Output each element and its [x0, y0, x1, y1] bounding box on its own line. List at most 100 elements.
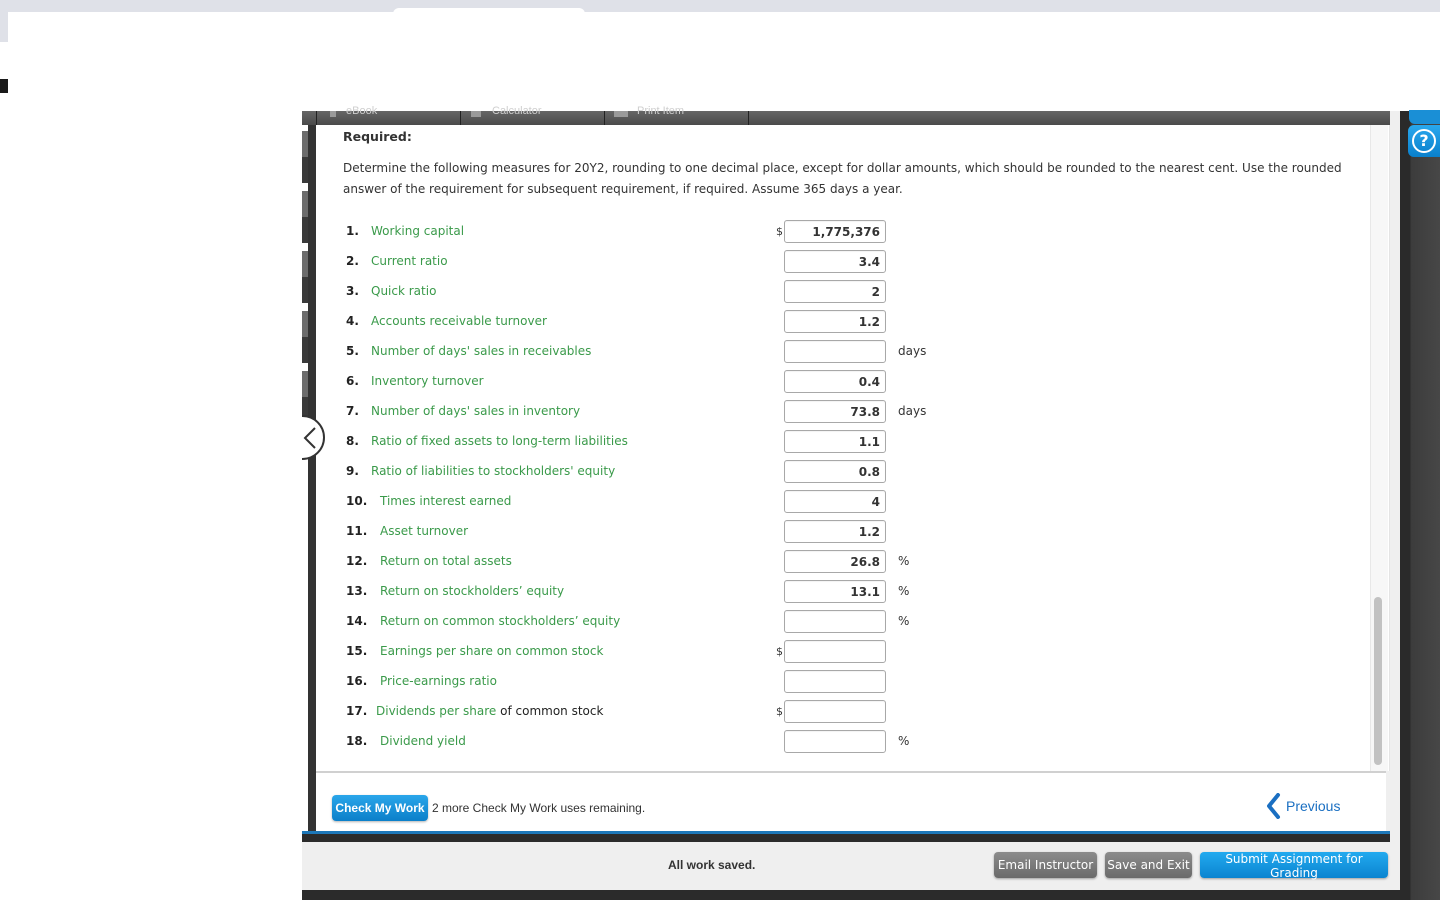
answer-input[interactable]	[784, 730, 886, 753]
row-label[interactable]: Price-earnings ratio	[380, 674, 497, 688]
row-label-link[interactable]: Working capital	[371, 224, 464, 238]
row-label-link[interactable]: Earnings per share on common stock	[380, 644, 603, 658]
answer-input[interactable]	[784, 580, 886, 603]
answer-row: 16. Price-earnings ratio	[346, 670, 966, 694]
row-label-link[interactable]: Number of days' sales in inventory	[371, 404, 580, 418]
row-number: 12.	[346, 554, 368, 568]
answer-row: 4. Accounts receivable turnover	[346, 310, 966, 334]
answer-row: 1. Working capital $	[346, 220, 966, 244]
row-label[interactable]: Asset turnover	[380, 524, 468, 538]
row-label[interactable]: Ratio of fixed assets to long-term liabi…	[371, 434, 628, 448]
calculator-icon	[471, 111, 481, 117]
row-label-link[interactable]: Ratio of liabilities to stockholders' eq…	[371, 464, 615, 478]
answer-row: 11. Asset turnover	[346, 520, 966, 544]
row-number: 1.	[346, 224, 359, 238]
answer-input[interactable]	[784, 310, 886, 333]
answer-input[interactable]	[784, 280, 886, 303]
book-icon	[330, 111, 336, 117]
answer-row: 12. Return on total assets%	[346, 550, 966, 574]
row-label-link[interactable]: Asset turnover	[380, 524, 468, 538]
answer-input[interactable]	[784, 370, 886, 393]
answer-input[interactable]	[784, 520, 886, 543]
row-label-link[interactable]: Number of days' sales in receivables	[371, 344, 591, 358]
row-label[interactable]: Times interest earned	[380, 494, 511, 508]
row-label-link[interactable]: Quick ratio	[371, 284, 436, 298]
toolbar-divider	[748, 111, 749, 125]
browser-frame-edge	[0, 12, 8, 42]
row-label-link[interactable]: Accounts receivable turnover	[371, 314, 547, 328]
answer-row: 18. Dividend yield%	[346, 730, 966, 754]
email-instructor-button[interactable]: Email Instructor	[994, 852, 1097, 878]
row-number: 13.	[346, 584, 368, 598]
row-label[interactable]: Quick ratio	[371, 284, 436, 298]
row-label[interactable]: Dividend yield	[380, 734, 466, 748]
row-number: 7.	[346, 404, 359, 418]
row-label[interactable]: Return on total assets	[380, 554, 512, 568]
row-label[interactable]: Current ratio	[371, 254, 448, 268]
answer-input[interactable]	[784, 400, 886, 423]
row-label[interactable]: Ratio of liabilities to stockholders' eq…	[371, 464, 615, 478]
right-side-panel	[1400, 111, 1440, 900]
help-button[interactable]: ?	[1408, 125, 1440, 157]
row-label[interactable]: Dividends per share of common stock	[376, 704, 603, 718]
rail-segment	[302, 191, 308, 243]
answer-input[interactable]	[784, 670, 886, 693]
row-label-link[interactable]: Dividend yield	[380, 734, 466, 748]
unit-label: days	[898, 404, 927, 418]
row-label-link[interactable]: Return on total assets	[380, 554, 512, 568]
row-label-link[interactable]: Ratio of fixed assets to long-term liabi…	[371, 434, 628, 448]
check-my-work-button[interactable]: Check My Work	[332, 795, 428, 821]
answer-row: 6. Inventory turnover	[346, 370, 966, 394]
answer-row: 14. Return on common stockholders’ equity…	[346, 610, 966, 634]
answer-input[interactable]	[784, 640, 886, 663]
previous-question-nav[interactable]	[278, 413, 335, 463]
unit-label: %	[898, 734, 910, 748]
row-label[interactable]: Earnings per share on common stock	[380, 644, 603, 658]
answer-input[interactable]	[784, 430, 886, 453]
browser-toolbar-area	[8, 12, 1440, 42]
answer-input[interactable]	[784, 550, 886, 573]
answer-input[interactable]	[784, 340, 886, 363]
side-tab[interactable]	[1409, 110, 1440, 124]
previous-button[interactable]: Previous	[1264, 793, 1340, 819]
save-status: All work saved.	[668, 858, 756, 872]
row-label-link[interactable]: Times interest earned	[380, 494, 511, 508]
rail-segment	[302, 311, 308, 363]
assignment-frame: eBook Calculator Print Item Required: De…	[302, 105, 1400, 900]
row-label-link[interactable]: Dividends per share	[376, 704, 496, 718]
scrollbar-thumb[interactable]	[1374, 597, 1382, 765]
browser-tab-strip	[0, 0, 1440, 12]
submit-assignment-button[interactable]: Submit Assignment for Grading	[1200, 852, 1388, 880]
answer-row: 3. Quick ratio	[346, 280, 966, 304]
dollar-sign: $	[776, 705, 783, 718]
row-label[interactable]: Accounts receivable turnover	[371, 314, 547, 328]
instructions-text: Determine the following measures for 20Y…	[343, 161, 1342, 196]
print-icon	[614, 111, 628, 117]
row-label[interactable]: Inventory turnover	[371, 374, 484, 388]
row-label[interactable]: Return on common stockholders’ equity	[380, 614, 620, 628]
toolbar-calculator[interactable]: Calculator	[492, 105, 542, 117]
answer-input[interactable]	[784, 220, 886, 243]
answer-input[interactable]	[784, 460, 886, 483]
answer-input[interactable]	[784, 250, 886, 273]
row-label-link[interactable]: Inventory turnover	[371, 374, 484, 388]
answer-input[interactable]	[784, 490, 886, 513]
row-label[interactable]: Working capital	[371, 224, 464, 238]
row-label-link[interactable]: Price-earnings ratio	[380, 674, 497, 688]
toolbar-ebook[interactable]: eBook	[346, 105, 377, 117]
row-label[interactable]: Return on stockholders’ equity	[380, 584, 564, 598]
row-label-link[interactable]: Current ratio	[371, 254, 448, 268]
toolbar-print[interactable]: Print Item	[637, 105, 684, 117]
answer-row: 13. Return on stockholders’ equity%	[346, 580, 966, 604]
row-label-link[interactable]: Return on stockholders’ equity	[380, 584, 564, 598]
answer-input[interactable]	[784, 610, 886, 633]
row-number: 5.	[346, 344, 359, 358]
answer-input[interactable]	[784, 700, 886, 723]
rail-segment	[302, 131, 308, 183]
row-label[interactable]: Number of days' sales in inventory	[371, 404, 580, 418]
save-and-exit-button[interactable]: Save and Exit	[1105, 852, 1192, 878]
row-label-link[interactable]: Return on common stockholders’ equity	[380, 614, 620, 628]
answer-row: 2. Current ratio	[346, 250, 966, 274]
row-label[interactable]: Number of days' sales in receivables	[371, 344, 591, 358]
required-heading: Required:	[343, 129, 412, 144]
